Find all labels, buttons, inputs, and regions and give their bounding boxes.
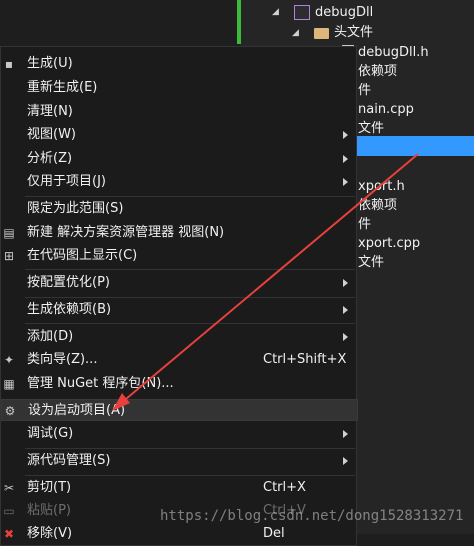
watermark-text: https://blog.csdn.net/dong1528313271 [160,508,464,524]
annotation-arrow [112,153,419,411]
